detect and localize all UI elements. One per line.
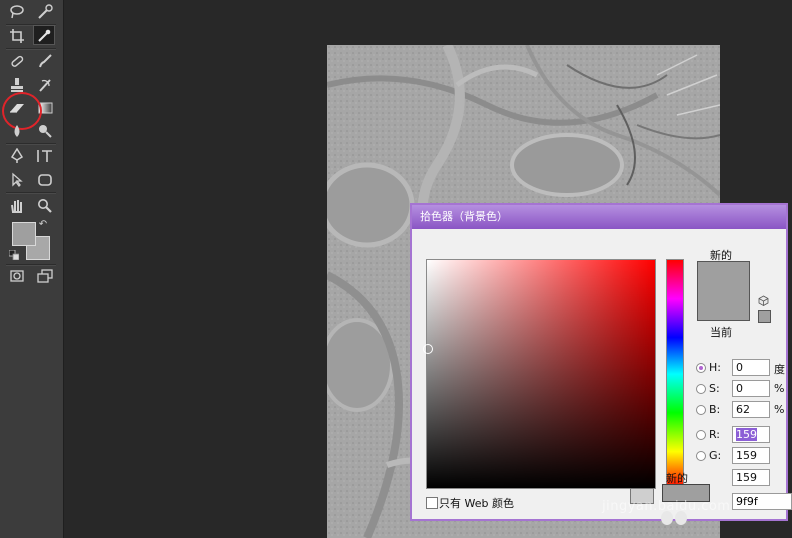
default-colors-icon[interactable]	[8, 248, 20, 260]
saturation-input[interactable]: 0	[732, 380, 770, 397]
color-preview-swatch	[697, 261, 750, 321]
green-value: 159	[736, 449, 757, 462]
saturation-label: S:	[709, 382, 720, 395]
hue-input[interactable]: 0	[732, 359, 770, 376]
red-label: R:	[709, 428, 721, 441]
web-colors-only-checkbox[interactable]	[426, 497, 438, 509]
blur-tool-icon[interactable]	[6, 121, 28, 141]
green-radio[interactable]	[696, 451, 706, 461]
spot-healing-brush-icon[interactable]	[6, 51, 28, 71]
hex-value: 9f9f	[736, 495, 758, 508]
screen-mode-icon[interactable]	[34, 266, 56, 286]
eyedropper-tool-icon[interactable]	[33, 25, 55, 45]
red-input[interactable]: 159	[732, 426, 770, 443]
web-colors-only-label: 只有 Web 颜色	[439, 497, 514, 510]
crop-tool-icon[interactable]	[6, 26, 28, 46]
hand-tool-icon[interactable]	[6, 196, 28, 216]
hue-unit: 度	[774, 363, 785, 376]
out-of-gamut-cube-icon[interactable]	[758, 295, 769, 306]
rectangle-tool-icon[interactable]	[34, 170, 56, 190]
brightness-value: 62	[736, 403, 750, 416]
foreground-color-swatch[interactable]	[12, 222, 36, 246]
type-tool-icon[interactable]	[34, 146, 56, 166]
brightness-label: B:	[709, 403, 721, 416]
color-field[interactable]	[423, 259, 656, 489]
red-radio[interactable]	[696, 430, 706, 440]
green-label: G:	[709, 449, 722, 462]
color-picker-dialog: 拾色器（背景色） 新的 当前 H: 0 度 S: 0 % B: 62 % R: …	[410, 203, 792, 525]
hue-label: H:	[709, 361, 721, 374]
hue-slider[interactable]	[661, 259, 687, 525]
saturation-value: 0	[736, 382, 743, 395]
history-brush-icon[interactable]	[34, 75, 56, 95]
green-input[interactable]: 159	[732, 447, 770, 464]
hue-radio[interactable]	[696, 363, 706, 373]
watermark: jingyan.baidu.com	[602, 499, 731, 514]
saturation-unit: %	[774, 382, 785, 395]
brush-tool-icon[interactable]	[34, 51, 56, 71]
hex-input[interactable]: 9f9f	[732, 493, 792, 510]
brightness-input[interactable]: 62	[732, 401, 770, 418]
quick-mask-icon[interactable]	[6, 266, 28, 286]
brightness-radio[interactable]	[696, 405, 706, 415]
brightness-unit: %	[774, 403, 785, 416]
saturation-radio[interactable]	[696, 384, 706, 394]
color-field-marker[interactable]	[423, 344, 433, 354]
blue-value: 159	[736, 471, 757, 484]
red-value: 159	[736, 428, 757, 441]
pen-tool-icon[interactable]	[6, 146, 28, 166]
tools-panel: ↶	[0, 0, 64, 538]
hue-value: 0	[736, 361, 743, 374]
blue-input[interactable]: 159	[732, 469, 770, 486]
path-selection-tool-icon[interactable]	[6, 170, 28, 190]
swap-colors-icon[interactable]: ↶	[36, 218, 50, 232]
quick-selection-tool-icon[interactable]	[34, 2, 56, 22]
zoom-tool-icon[interactable]	[34, 196, 56, 216]
lasso-tool-icon[interactable]	[6, 2, 28, 22]
web-safe-color-icon[interactable]	[758, 310, 771, 323]
dodge-tool-icon[interactable]	[34, 121, 56, 141]
current-color-label: 当前	[710, 326, 732, 339]
dialog-title[interactable]: 拾色器（背景色）	[412, 205, 786, 229]
